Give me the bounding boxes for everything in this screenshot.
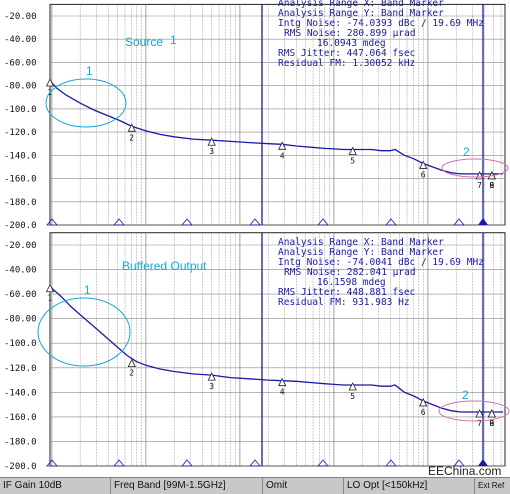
- lo-opt-status[interactable]: LO Opt [<150kHz]: [343, 478, 477, 494]
- y-tick-label: -200.0: [4, 462, 37, 472]
- callout-number-2: 2: [462, 388, 469, 402]
- y-tick-label: -180.0: [4, 198, 37, 208]
- trace-marker-label: 7: [477, 181, 482, 190]
- y-tick-label: -60.00: [4, 290, 37, 300]
- in-plot-label-mark: 1: [170, 33, 177, 47]
- y-tick-label: -160.0: [4, 175, 37, 185]
- ext-ref-status[interactable]: Ext Ref: [474, 478, 510, 494]
- y-tick-label: -40.00: [4, 266, 37, 276]
- y-tick-label: -120.0: [4, 128, 37, 138]
- y-tick-label: -60.00: [4, 58, 37, 68]
- y-tick-label: -40.00: [4, 35, 37, 45]
- plot-area: [49, 3, 506, 226]
- trace-marker-label: 2: [129, 369, 134, 378]
- buffered-output-chart-panel: -20.00 -40.00 -60.00 -80.00 -100.0 -120.0 -140…: [4, 232, 510, 472]
- omit-status[interactable]: Omit: [262, 478, 346, 494]
- source-chart-panel: -20.00 -40.00 -60.00 -80.00 -100.0 -120.0 -140…: [4, 0, 509, 231]
- callout-number-1: 1: [86, 64, 93, 78]
- callout-number-2: 2: [463, 145, 470, 159]
- trace-marker-label: 5: [350, 157, 355, 166]
- y-tick-label: -100.0: [4, 105, 37, 115]
- y-tick-label: -20.00: [4, 12, 37, 22]
- y-tick-label: -140.0: [4, 151, 37, 161]
- watermark-text: EEChina.com: [428, 464, 502, 478]
- if-gain-status[interactable]: IF Gain 10dB: [0, 478, 108, 494]
- y-tick-label: -160.0: [4, 413, 37, 423]
- y-tick-label: -100.0: [4, 339, 37, 349]
- trace-marker-label: 3: [209, 147, 214, 156]
- y-tick-label: -80.00: [4, 315, 37, 325]
- trace-marker-label: 5: [350, 392, 355, 401]
- trace-marker-label: 4: [280, 151, 285, 160]
- y-tick-label: -20.00: [4, 241, 37, 251]
- y-tick-label: -80.00: [4, 82, 37, 92]
- y-tick-label: -120.0: [4, 364, 37, 374]
- trace-marker-label: 2: [129, 133, 134, 142]
- status-bar: IF Gain 10dB Freq Band [99M-1.5GHz] Omit…: [0, 477, 510, 494]
- trace-marker-label: 3: [209, 382, 214, 391]
- in-plot-label: Source: [125, 35, 163, 49]
- readout-line: Residual FM: 1.30052 kHz: [278, 58, 415, 69]
- y-tick-label: -140.0: [4, 388, 37, 398]
- phase-noise-screen: -20.00 -40.00 -60.00 -80.00 -100.0 -120.0 -140…: [4, 0, 510, 472]
- trace-marker-label: 9: [489, 181, 494, 190]
- freq-band-status[interactable]: Freq Band [99M-1.5GHz]: [110, 478, 264, 494]
- y-tick-label: -180.0: [4, 437, 37, 447]
- in-plot-label: Buffered Output: [122, 259, 207, 273]
- trace-marker-label: 4: [280, 388, 285, 397]
- callout-number-1: 1: [84, 283, 91, 297]
- trace-marker-label: 1: [48, 294, 53, 303]
- trace-marker-label: 6: [421, 408, 426, 417]
- y-tick-label: -200.0: [4, 221, 37, 231]
- trace-marker-label: 6: [421, 170, 426, 179]
- readout-line: Residual FM: 931.983 Hz: [278, 297, 410, 308]
